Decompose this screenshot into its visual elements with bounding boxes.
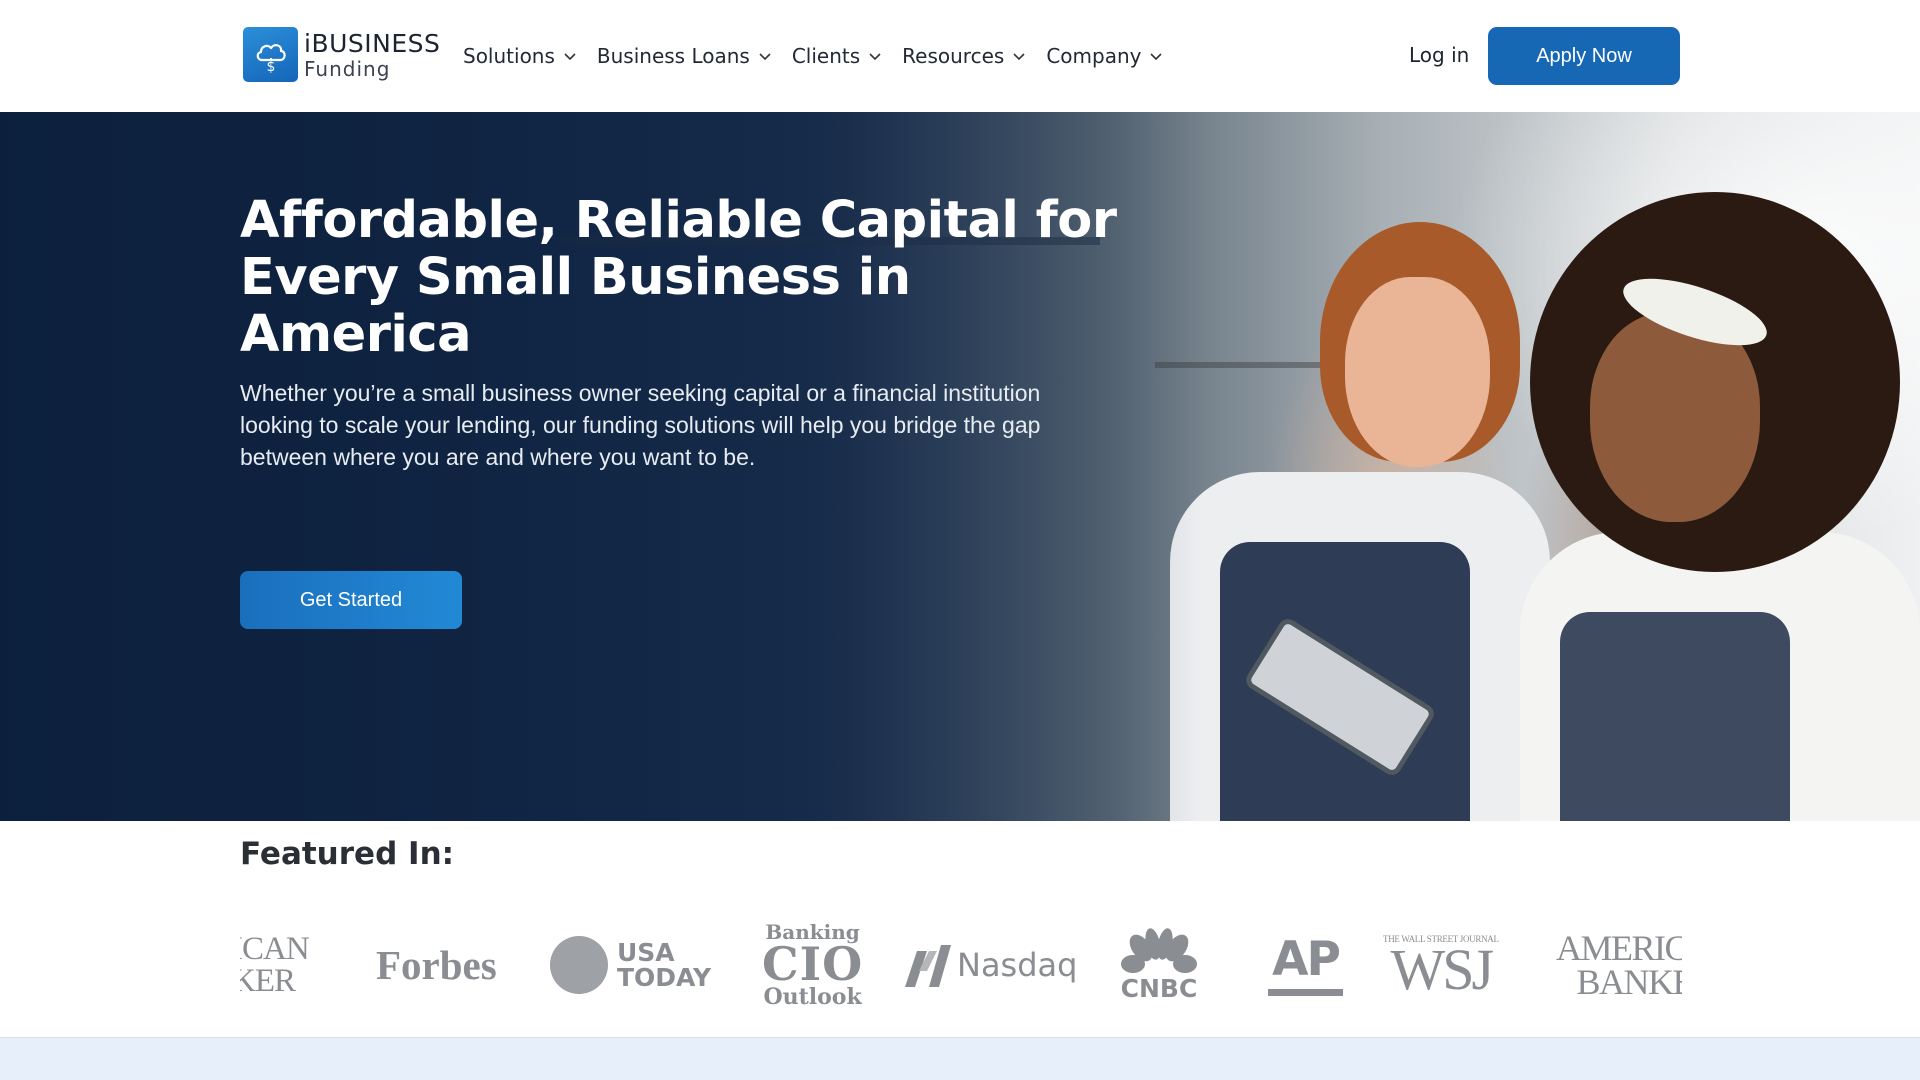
nasdaq-logo: Nasdaq <box>903 915 1077 1015</box>
american-banker-logo: ICAN KER <box>240 915 310 1015</box>
hero-subtitle: Whether you’re a small business owner se… <box>240 380 1041 470</box>
nav-item-label: Clients <box>791 44 861 68</box>
nasdaq-mark-icon <box>905 945 951 987</box>
logo-text-line: CIO <box>762 937 864 991</box>
ap-logo: AP <box>1268 915 1343 1015</box>
brand-tagline: Funding <box>304 56 391 81</box>
logo-text: CNBC <box>1120 973 1198 1003</box>
ap-underline <box>1268 988 1343 996</box>
hero-content: Affordable, Reliable Capital for Every S… <box>240 192 1140 473</box>
nav-item-company[interactable]: Company <box>1046 44 1163 68</box>
nav-item-label: Company <box>1046 44 1142 68</box>
wsj-logo: THE WALL STREET JOURNAL WSJ <box>1383 915 1499 1015</box>
site-header: $ iBUSINESS Funding Solutions Business L… <box>0 0 1920 112</box>
hero-title-line: Affordable, Reliable Capital for <box>240 191 1117 250</box>
banking-cio-outlook-logo: Banking CIO Outlook <box>762 915 863 1015</box>
chevron-down-icon <box>869 53 881 61</box>
press-logo-strip: ICAN KER Forbes USA TODAY Banking CIO Ou… <box>240 915 1682 1015</box>
logo-text: Nasdaq <box>957 946 1078 984</box>
chevron-down-icon <box>1013 53 1025 61</box>
nav-item-label: Business Loans <box>596 44 750 68</box>
next-section-band <box>0 1037 1920 1080</box>
hero-photo-person-face <box>1345 277 1490 467</box>
cloud-dollar-icon: $ <box>243 27 298 82</box>
get-started-button[interactable]: Get Started <box>240 571 462 629</box>
hero-title-line: Every Small Business in America <box>240 248 911 364</box>
logo-text-line: BANKER <box>1576 962 1683 1002</box>
brand-name: iBUSINESS <box>304 28 441 58</box>
brand-wordmark: iBUSINESS Funding <box>304 31 440 79</box>
logo-text: AP <box>1272 931 1341 987</box>
hero-photo-person-apron <box>1560 612 1790 821</box>
hero-title: Affordable, Reliable Capital for Every S… <box>240 192 1140 363</box>
chevron-down-icon <box>564 53 576 61</box>
logo-text-line: Outlook <box>763 984 862 1010</box>
featured-in-heading: Featured In: <box>240 836 455 872</box>
american-banker-logo: AMERICAN BANKER <box>1556 915 1682 1015</box>
logo-text: KER <box>240 963 296 999</box>
usa-today-dot-icon <box>550 936 608 994</box>
logo-text-line: TODAY <box>617 963 712 992</box>
nav-item-business-loans[interactable]: Business Loans <box>597 44 772 68</box>
login-link[interactable]: Log in <box>1409 43 1469 67</box>
chevron-down-icon <box>759 53 771 61</box>
cnbc-logo: CNBC <box>1115 915 1203 1015</box>
logo-text-line: WSJ <box>1390 937 1495 1002</box>
main-nav: Solutions Business Loans Clients Resourc… <box>463 0 1183 112</box>
nav-item-label: Solutions <box>463 44 555 68</box>
cnbc-peacock-icon <box>1121 927 1197 973</box>
brand-logo[interactable]: $ iBUSINESS Funding <box>243 27 440 82</box>
nav-item-label: Resources <box>902 44 1005 68</box>
logo-text: USA TODAY <box>617 940 711 990</box>
nav-item-solutions[interactable]: Solutions <box>463 44 577 68</box>
nav-item-resources[interactable]: Resources <box>902 44 1026 68</box>
logo-text-line: AMERICAN <box>1556 928 1682 968</box>
forbes-logo: Forbes <box>376 942 497 988</box>
nav-item-clients[interactable]: Clients <box>792 44 882 68</box>
svg-text:$: $ <box>266 59 275 74</box>
logo-text: ICAN <box>240 931 310 967</box>
usa-today-logo: USA TODAY <box>550 915 711 1015</box>
apply-now-button[interactable]: Apply Now <box>1488 27 1680 85</box>
chevron-down-icon <box>1150 53 1163 61</box>
